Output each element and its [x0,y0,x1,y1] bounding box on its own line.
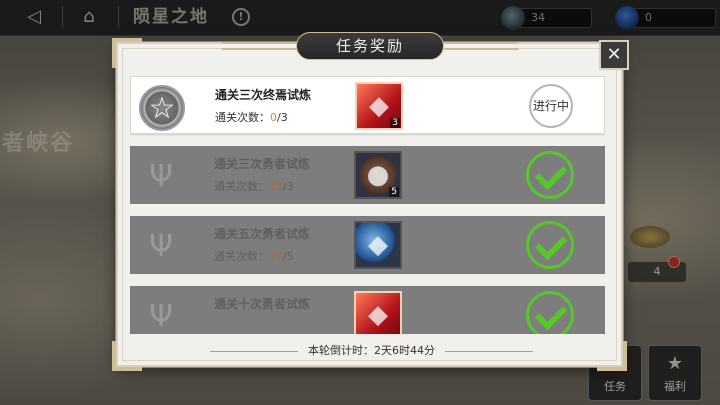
task-name: 通关十次勇者试炼 [214,297,311,311]
completed-check-icon [526,291,574,334]
completed-check-icon [526,221,574,269]
task-progress: 通关次数：13/3 [214,178,294,194]
task-name: 通关五次勇者试炼 [214,227,311,241]
corner-ornament [112,341,142,371]
progress-current: 0 [270,111,277,124]
progress-label: 通关次数： [215,111,270,124]
task-name: 通关三次终焉试炼 [215,88,312,102]
blue-crystal-icon[interactable]: ◆ [354,221,402,269]
progress-current: 13 [269,250,283,263]
title-ornament [444,42,518,50]
red-crystal-icon[interactable]: ◆ [354,291,402,334]
progress-total: /5 [283,250,294,263]
task-row: Ψ 通关三次勇者试炼 通关次数：13/3 ● 5 [130,146,605,204]
crystal-shape: ◆ [368,300,388,330]
reward-count: 5 [389,187,399,197]
task-reward-dialog: 任务奖励 ✕ ☆ 通关三次终焉试炼 通关次数：0/3 ◆ 3 进行中 Ψ 通关三… [112,32,629,371]
trident-badge-icon: Ψ [149,159,173,194]
crystal-shape: ◆ [368,230,388,260]
orb-gem-icon[interactable]: ● 5 [354,151,402,199]
progress-total: /3 [277,111,288,124]
dialog-title: 任务奖励 [296,32,444,60]
progress-current: 13 [269,180,283,193]
task-row: Ψ 通关十次勇者试炼 ◆ [130,286,605,334]
reward-count: 3 [390,118,400,128]
task-progress: 通关次数：0/3 [215,109,288,125]
in-progress-status: 进行中 [529,84,573,128]
red-crystal-icon[interactable]: ◆ 3 [355,82,403,130]
trident-badge-icon: Ψ [149,299,173,334]
corner-ornament [597,341,627,371]
round-countdown: 本轮倒计时：2天6时44分 [118,342,625,358]
progress-label: 通关次数： [214,180,269,193]
star-badge-icon: ☆ [139,85,185,131]
close-button[interactable]: ✕ [599,40,629,70]
completed-check-icon [526,151,574,199]
trident-badge-icon: Ψ [149,229,173,264]
task-name: 通关三次勇者试炼 [214,157,311,171]
task-row: Ψ 通关五次勇者试炼 通关次数：13/5 ◆ [130,216,605,274]
progress-total: /3 [283,180,294,193]
corner-ornament [112,38,142,68]
task-progress: 通关次数：13/5 [214,248,294,264]
task-row: ☆ 通关三次终焉试炼 通关次数：0/3 ◆ 3 进行中 [130,76,605,134]
progress-label: 通关次数： [214,250,269,263]
task-list[interactable]: ☆ 通关三次终焉试炼 通关次数：0/3 ◆ 3 进行中 Ψ 通关三次勇者试炼 通… [130,76,605,334]
title-ornament [222,42,296,50]
dialog-title-banner: 任务奖励 [222,32,518,60]
